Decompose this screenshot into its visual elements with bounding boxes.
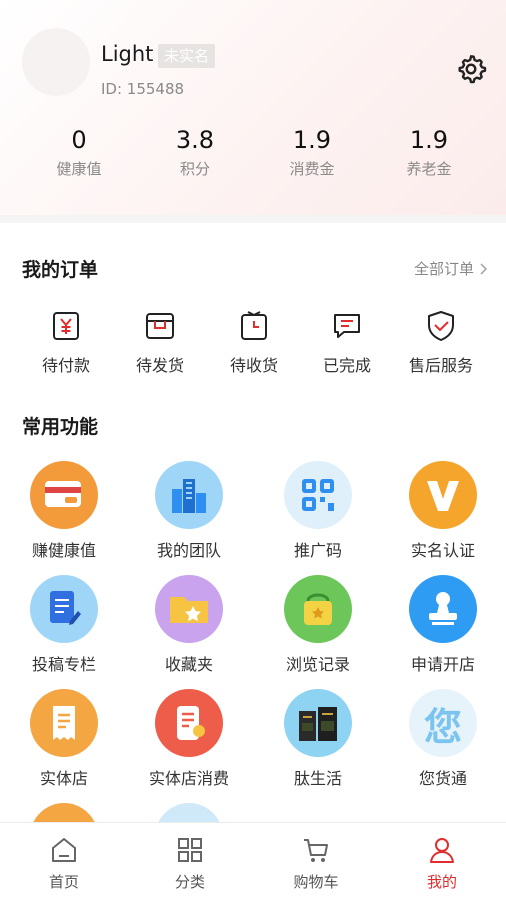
func-favorites[interactable]: 收藏夹	[129, 575, 249, 675]
tab-cart[interactable]: 购物车	[266, 835, 366, 892]
partial-icon-blue	[155, 803, 223, 822]
func-label: 收藏夹	[164, 655, 213, 674]
tab-home[interactable]: 首页	[14, 835, 114, 892]
stat-pension[interactable]: 1.9 养老金	[371, 124, 487, 179]
cart-icon	[304, 839, 328, 862]
phone-receipt-icon	[155, 689, 223, 757]
tab-label: 购物车	[293, 873, 339, 891]
grid-icon	[178, 838, 202, 862]
func-earn-health[interactable]: 赚健康值	[4, 461, 124, 561]
verify-status-badge[interactable]: 未实名	[158, 44, 216, 68]
clock-box-icon	[241, 311, 267, 340]
order-label: 已完成	[322, 356, 371, 375]
order-pending-payment[interactable]: 待付款	[18, 308, 114, 376]
order-label: 待发货	[135, 356, 184, 375]
user-id: ID: 155488	[101, 80, 185, 98]
settings-button[interactable]	[453, 51, 489, 87]
chevron-right-icon	[480, 262, 488, 275]
package-icon	[146, 313, 174, 339]
profile-header: Light 未实名 ID: 155488 0 健康值 3.8 积分 1.9 消费…	[0, 0, 506, 215]
func-row-partial	[0, 803, 506, 822]
tab-label: 分类	[174, 873, 205, 891]
stat-value: 1.9	[409, 126, 449, 154]
gear-icon	[458, 55, 487, 84]
tab-label: 首页	[48, 873, 79, 891]
stat-label: 养老金	[406, 160, 452, 178]
section-divider	[0, 215, 506, 223]
stat-value: 0	[71, 126, 87, 154]
func-label: 实体店	[39, 769, 88, 788]
card-icon	[30, 461, 98, 529]
all-orders-link[interactable]: 全部订单	[414, 258, 488, 279]
nin-glyph: 您	[423, 704, 462, 749]
func-apply-store[interactable]: 申请开店	[383, 575, 503, 675]
buildings-icon	[155, 461, 223, 529]
func-label: 您货通	[418, 769, 467, 788]
stat-points[interactable]: 3.8 积分	[137, 124, 253, 179]
func-label: 申请开店	[410, 655, 475, 674]
func-label: 实体店消费	[148, 769, 229, 788]
func-label: 肽生活	[293, 769, 342, 788]
receipt-icon	[30, 689, 98, 757]
orders-title: 我的订单	[22, 259, 99, 281]
stat-label: 消费金	[289, 160, 335, 178]
partial-icon-orange	[30, 803, 98, 822]
bag-icon	[284, 575, 352, 643]
order-completed[interactable]: 已完成	[299, 308, 395, 376]
func-browse-history[interactable]: 浏览记录	[258, 575, 378, 675]
order-status-row: 待付款 待发货 待收货 已完成 售后服务	[0, 308, 506, 388]
func-nin-huotong[interactable]: 您 您货通	[383, 689, 503, 789]
tab-mine[interactable]: 我的	[392, 835, 492, 892]
functions-title: 常用功能	[22, 416, 99, 438]
func-label: 我的团队	[156, 541, 221, 560]
stat-value: 3.8	[175, 126, 215, 154]
folder-star-icon	[155, 575, 223, 643]
func-submission-column[interactable]: 投稿专栏	[4, 575, 124, 675]
nin-char-icon: 您	[409, 689, 477, 757]
order-after-sales[interactable]: 售后服务	[393, 308, 489, 376]
func-label: 赚健康值	[31, 541, 96, 560]
order-pending-shipment[interactable]: 待发货	[112, 308, 208, 376]
func-my-team[interactable]: 我的团队	[129, 461, 249, 561]
func-label: 推广码	[293, 541, 342, 560]
stat-consumption[interactable]: 1.9 消费金	[254, 124, 370, 179]
func-store-consumption[interactable]: 实体店消费	[129, 689, 249, 789]
stats-row: 0 健康值 3.8 积分 1.9 消费金 1.9 养老金	[0, 124, 506, 184]
shield-check-icon	[428, 311, 454, 341]
product-boxes-icon	[284, 689, 352, 757]
order-pending-receipt[interactable]: 待收货	[206, 308, 302, 376]
v-badge-icon	[409, 461, 477, 529]
qrcode-icon	[284, 461, 352, 529]
stat-label: 积分	[179, 160, 210, 178]
chat-check-icon	[334, 314, 360, 338]
stamp-icon	[409, 575, 477, 643]
stat-health[interactable]: 0 健康值	[21, 124, 137, 179]
order-label: 待付款	[41, 356, 90, 375]
person-icon	[430, 838, 454, 863]
func-physical-store[interactable]: 实体店	[4, 689, 124, 789]
home-icon	[52, 838, 76, 862]
order-label: 待收货	[229, 356, 278, 375]
func-label: 实名认证	[410, 541, 475, 560]
bottom-tab-bar: 首页 分类 购物车 我的	[0, 822, 506, 900]
order-label: 售后服务	[408, 356, 473, 375]
avatar[interactable]	[22, 28, 90, 96]
all-orders-label: 全部订单	[413, 260, 474, 278]
func-real-name-auth[interactable]: 实名认证	[383, 461, 503, 561]
func-promo-code[interactable]: 推广码	[258, 461, 378, 561]
func-peptide-life[interactable]: 肽生活	[258, 689, 378, 789]
func-label: 投稿专栏	[31, 655, 96, 674]
stat-label: 健康值	[56, 160, 102, 178]
tab-label: 我的	[426, 873, 457, 891]
func-label: 浏览记录	[285, 655, 350, 674]
user-name: Light	[101, 42, 154, 66]
tab-category[interactable]: 分类	[140, 835, 240, 892]
yen-wallet-icon	[53, 312, 79, 340]
stat-value: 1.9	[292, 126, 332, 154]
document-pen-icon	[30, 575, 98, 643]
